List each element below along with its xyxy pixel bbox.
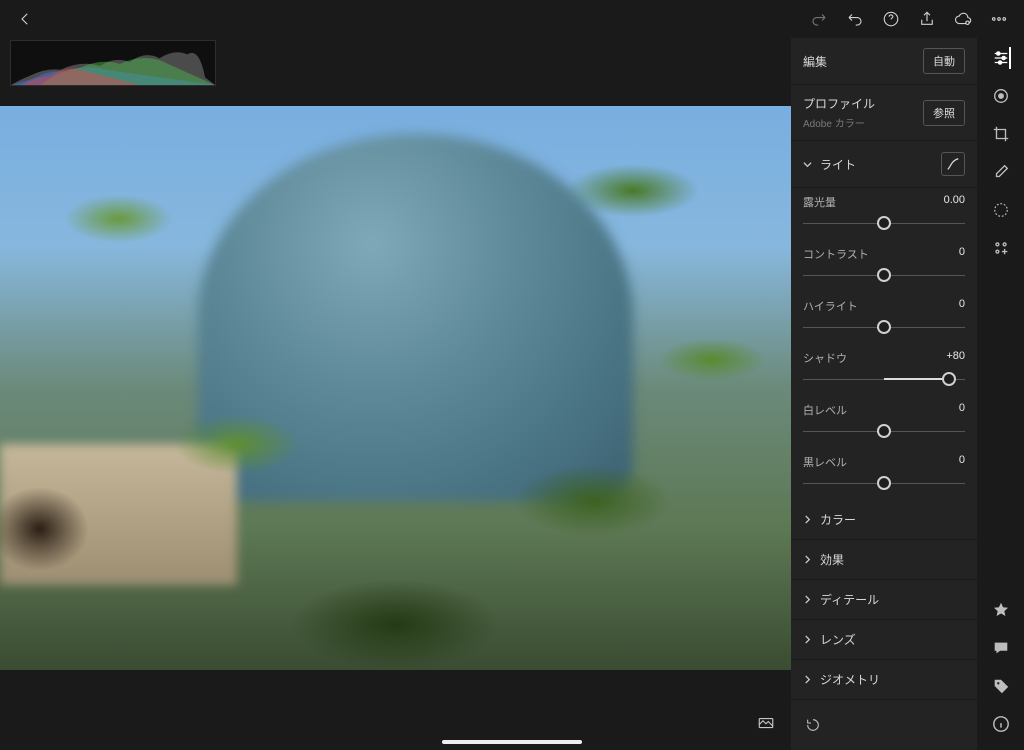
section-color-label: カラー bbox=[820, 511, 856, 528]
histogram[interactable] bbox=[10, 40, 216, 86]
auto-button[interactable]: 自動 bbox=[923, 48, 965, 74]
slider-label: 黒レベル bbox=[803, 454, 847, 470]
reset-icon bbox=[803, 717, 823, 733]
slider-value: 0 bbox=[959, 246, 965, 262]
help-button[interactable] bbox=[880, 8, 902, 30]
section-color[interactable]: カラー bbox=[791, 500, 977, 540]
chevron-right-icon bbox=[803, 555, 812, 564]
profile-row: プロファイル Adobe カラー 参照 bbox=[791, 85, 977, 141]
edit-label: 編集 bbox=[803, 53, 827, 70]
chevron-right-icon bbox=[803, 515, 812, 524]
profile-name: Adobe カラー bbox=[803, 115, 875, 130]
chevron-right-icon bbox=[803, 595, 812, 604]
slider-シャドウ[interactable]: シャドウ +80 bbox=[791, 344, 977, 396]
slider-track[interactable] bbox=[803, 422, 965, 440]
section-lens[interactable]: レンズ bbox=[791, 620, 977, 660]
image-canvas-area bbox=[0, 38, 791, 750]
slider-value: +80 bbox=[946, 350, 965, 366]
comment-icon[interactable] bbox=[991, 638, 1011, 658]
section-effects-label: 効果 bbox=[820, 551, 844, 568]
tool-healing[interactable] bbox=[991, 162, 1011, 182]
chevron-right-icon bbox=[803, 675, 812, 684]
edit-header-row: 編集 自動 bbox=[791, 38, 977, 85]
chevron-right-icon bbox=[803, 635, 812, 644]
tool-adjust[interactable] bbox=[991, 48, 1011, 68]
photo-preview[interactable] bbox=[0, 106, 791, 670]
slider-label: 白レベル bbox=[803, 402, 847, 418]
slider-track[interactable] bbox=[803, 474, 965, 492]
top-toolbar bbox=[0, 0, 1024, 38]
share-button[interactable] bbox=[916, 8, 938, 30]
slider-value: 0 bbox=[959, 454, 965, 470]
tag-icon[interactable] bbox=[991, 676, 1011, 696]
slider-value: 0 bbox=[959, 298, 965, 314]
section-lens-label: レンズ bbox=[820, 631, 856, 648]
slider-track[interactable] bbox=[803, 318, 965, 336]
slider-黒レベル[interactable]: 黒レベル 0 bbox=[791, 448, 977, 500]
browse-profiles-button[interactable]: 参照 bbox=[923, 100, 965, 126]
slider-track[interactable] bbox=[803, 214, 965, 232]
rating-star-icon[interactable] bbox=[991, 600, 1011, 620]
slider-track[interactable] bbox=[803, 266, 965, 284]
reset-button[interactable] bbox=[791, 703, 977, 750]
slider-ハイライト[interactable]: ハイライト 0 bbox=[791, 292, 977, 344]
section-light-label: ライト bbox=[820, 156, 856, 173]
section-geometry[interactable]: ジオメトリ bbox=[791, 660, 977, 700]
tool-presets[interactable] bbox=[991, 238, 1011, 258]
back-button[interactable] bbox=[14, 8, 36, 30]
section-detail-label: ディテール bbox=[820, 591, 879, 608]
slider-label: シャドウ bbox=[803, 350, 847, 366]
undo-button[interactable] bbox=[844, 8, 866, 30]
slider-label: 露光量 bbox=[803, 194, 836, 210]
slider-value: 0.00 bbox=[944, 194, 965, 210]
filmstrip-toggle-icon[interactable] bbox=[755, 714, 777, 732]
tool-color-mixer[interactable] bbox=[991, 86, 1011, 106]
slider-コントラスト[interactable]: コントラスト 0 bbox=[791, 240, 977, 292]
slider-label: コントラスト bbox=[803, 246, 869, 262]
more-button[interactable] bbox=[988, 8, 1010, 30]
redo-button[interactable] bbox=[808, 8, 830, 30]
slider-露光量[interactable]: 露光量 0.00 bbox=[791, 188, 977, 240]
tool-crop[interactable] bbox=[991, 124, 1011, 144]
edit-panel: 編集 自動 プロファイル Adobe カラー 参照 ライト 露光量 0.00 コント… bbox=[791, 38, 977, 750]
chevron-down-icon bbox=[803, 160, 812, 169]
profile-label: プロファイル bbox=[803, 95, 875, 112]
slider-value: 0 bbox=[959, 402, 965, 418]
section-geometry-label: ジオメトリ bbox=[820, 671, 880, 688]
tone-curve-button[interactable] bbox=[941, 152, 965, 176]
tool-masking[interactable] bbox=[991, 200, 1011, 220]
info-icon[interactable] bbox=[991, 714, 1011, 734]
section-light[interactable]: ライト bbox=[791, 141, 977, 188]
home-indicator bbox=[442, 740, 582, 744]
slider-track[interactable] bbox=[803, 370, 965, 388]
cloud-sync-button[interactable] bbox=[952, 8, 974, 30]
tool-rail bbox=[977, 38, 1024, 750]
slider-白レベル[interactable]: 白レベル 0 bbox=[791, 396, 977, 448]
section-effects[interactable]: 効果 bbox=[791, 540, 977, 580]
section-detail[interactable]: ディテール bbox=[791, 580, 977, 620]
main-area: 編集 自動 プロファイル Adobe カラー 参照 ライト 露光量 0.00 コント… bbox=[0, 38, 977, 750]
slider-label: ハイライト bbox=[803, 298, 858, 314]
